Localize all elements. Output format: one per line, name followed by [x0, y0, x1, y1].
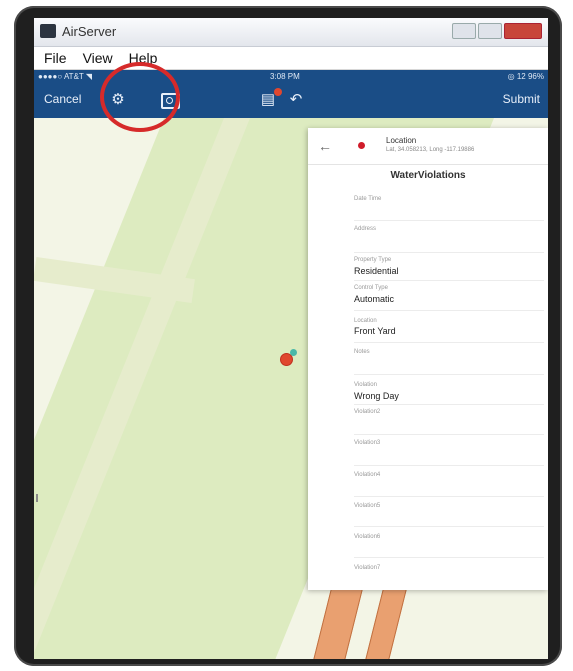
- map-building: [364, 588, 408, 659]
- highlight-circle: [100, 62, 180, 132]
- field-value-property-type[interactable]: Residential: [354, 266, 399, 276]
- field-divider: [354, 374, 544, 375]
- menu-file[interactable]: File: [44, 50, 67, 66]
- map-marker-secondary[interactable]: [290, 349, 297, 356]
- field-label-location: Location: [354, 318, 377, 324]
- field-label-violation4: Violation4: [354, 472, 381, 478]
- map-building: [312, 588, 364, 659]
- undo-icon[interactable]: ↶: [286, 91, 306, 109]
- field-divider: [354, 252, 544, 253]
- field-label-violation3: Violation3: [354, 440, 381, 446]
- menu-bar: File View Help: [34, 47, 548, 70]
- close-button[interactable]: [504, 23, 542, 39]
- cancel-button[interactable]: Cancel: [44, 92, 81, 106]
- attachment-badge: [274, 88, 282, 96]
- back-arrow-icon[interactable]: ←: [318, 138, 332, 154]
- field-label-date-time: Date Time: [354, 196, 382, 202]
- field-divider: [354, 434, 544, 435]
- form-panel: ← Location Lat, 34.058213, Long -117.198…: [308, 128, 548, 590]
- field-divider: [354, 310, 544, 311]
- window-title: AirServer: [62, 24, 117, 39]
- field-label-violation6: Violation6: [354, 534, 381, 540]
- menu-view[interactable]: View: [83, 50, 113, 66]
- window-controls: [450, 23, 542, 39]
- field-label-notes: Notes: [354, 349, 370, 355]
- field-value-location[interactable]: Front Yard: [354, 326, 396, 336]
- map-edge-handle: [36, 494, 38, 502]
- field-divider: [354, 496, 544, 497]
- app-icon: [40, 24, 56, 38]
- field-divider: [354, 526, 544, 527]
- maximize-button[interactable]: [478, 23, 502, 39]
- window-titlebar: AirServer: [34, 18, 548, 47]
- field-label-violation5: Violation5: [354, 503, 381, 509]
- field-label-violation: Violation: [354, 382, 377, 388]
- field-label-address: Address: [354, 226, 377, 232]
- field-divider: [354, 404, 544, 405]
- carrier-text: ●●●●○ AT&T ◥: [38, 72, 93, 81]
- location-title: Location: [386, 136, 417, 145]
- panel-header: ← Location Lat, 34.058213, Long -117.198…: [308, 128, 548, 165]
- location-coordinates: Lat, 34.058213, Long -117.19886: [386, 147, 475, 153]
- battery-text: ◎ 12 96%: [507, 72, 544, 81]
- field-value-control-type[interactable]: Automatic: [354, 294, 394, 304]
- status-time: 3:08 PM: [270, 72, 300, 81]
- field-label-control-type: Control Type: [354, 285, 388, 291]
- field-label-property-type: Property Type: [354, 257, 392, 263]
- minimize-button[interactable]: [452, 23, 476, 39]
- field-divider: [354, 220, 544, 221]
- field-divider: [354, 465, 544, 466]
- location-dot-icon: [358, 142, 365, 149]
- field-divider: [354, 342, 544, 343]
- field-divider: [354, 280, 544, 281]
- form-title: WaterViolations: [390, 170, 466, 181]
- field-divider: [354, 557, 544, 558]
- field-value-violation[interactable]: Wrong Day: [354, 391, 399, 401]
- field-label-violation2: Violation2: [354, 409, 381, 415]
- field-label-violation7: Violation7: [354, 565, 381, 571]
- submit-button[interactable]: Submit: [503, 92, 540, 106]
